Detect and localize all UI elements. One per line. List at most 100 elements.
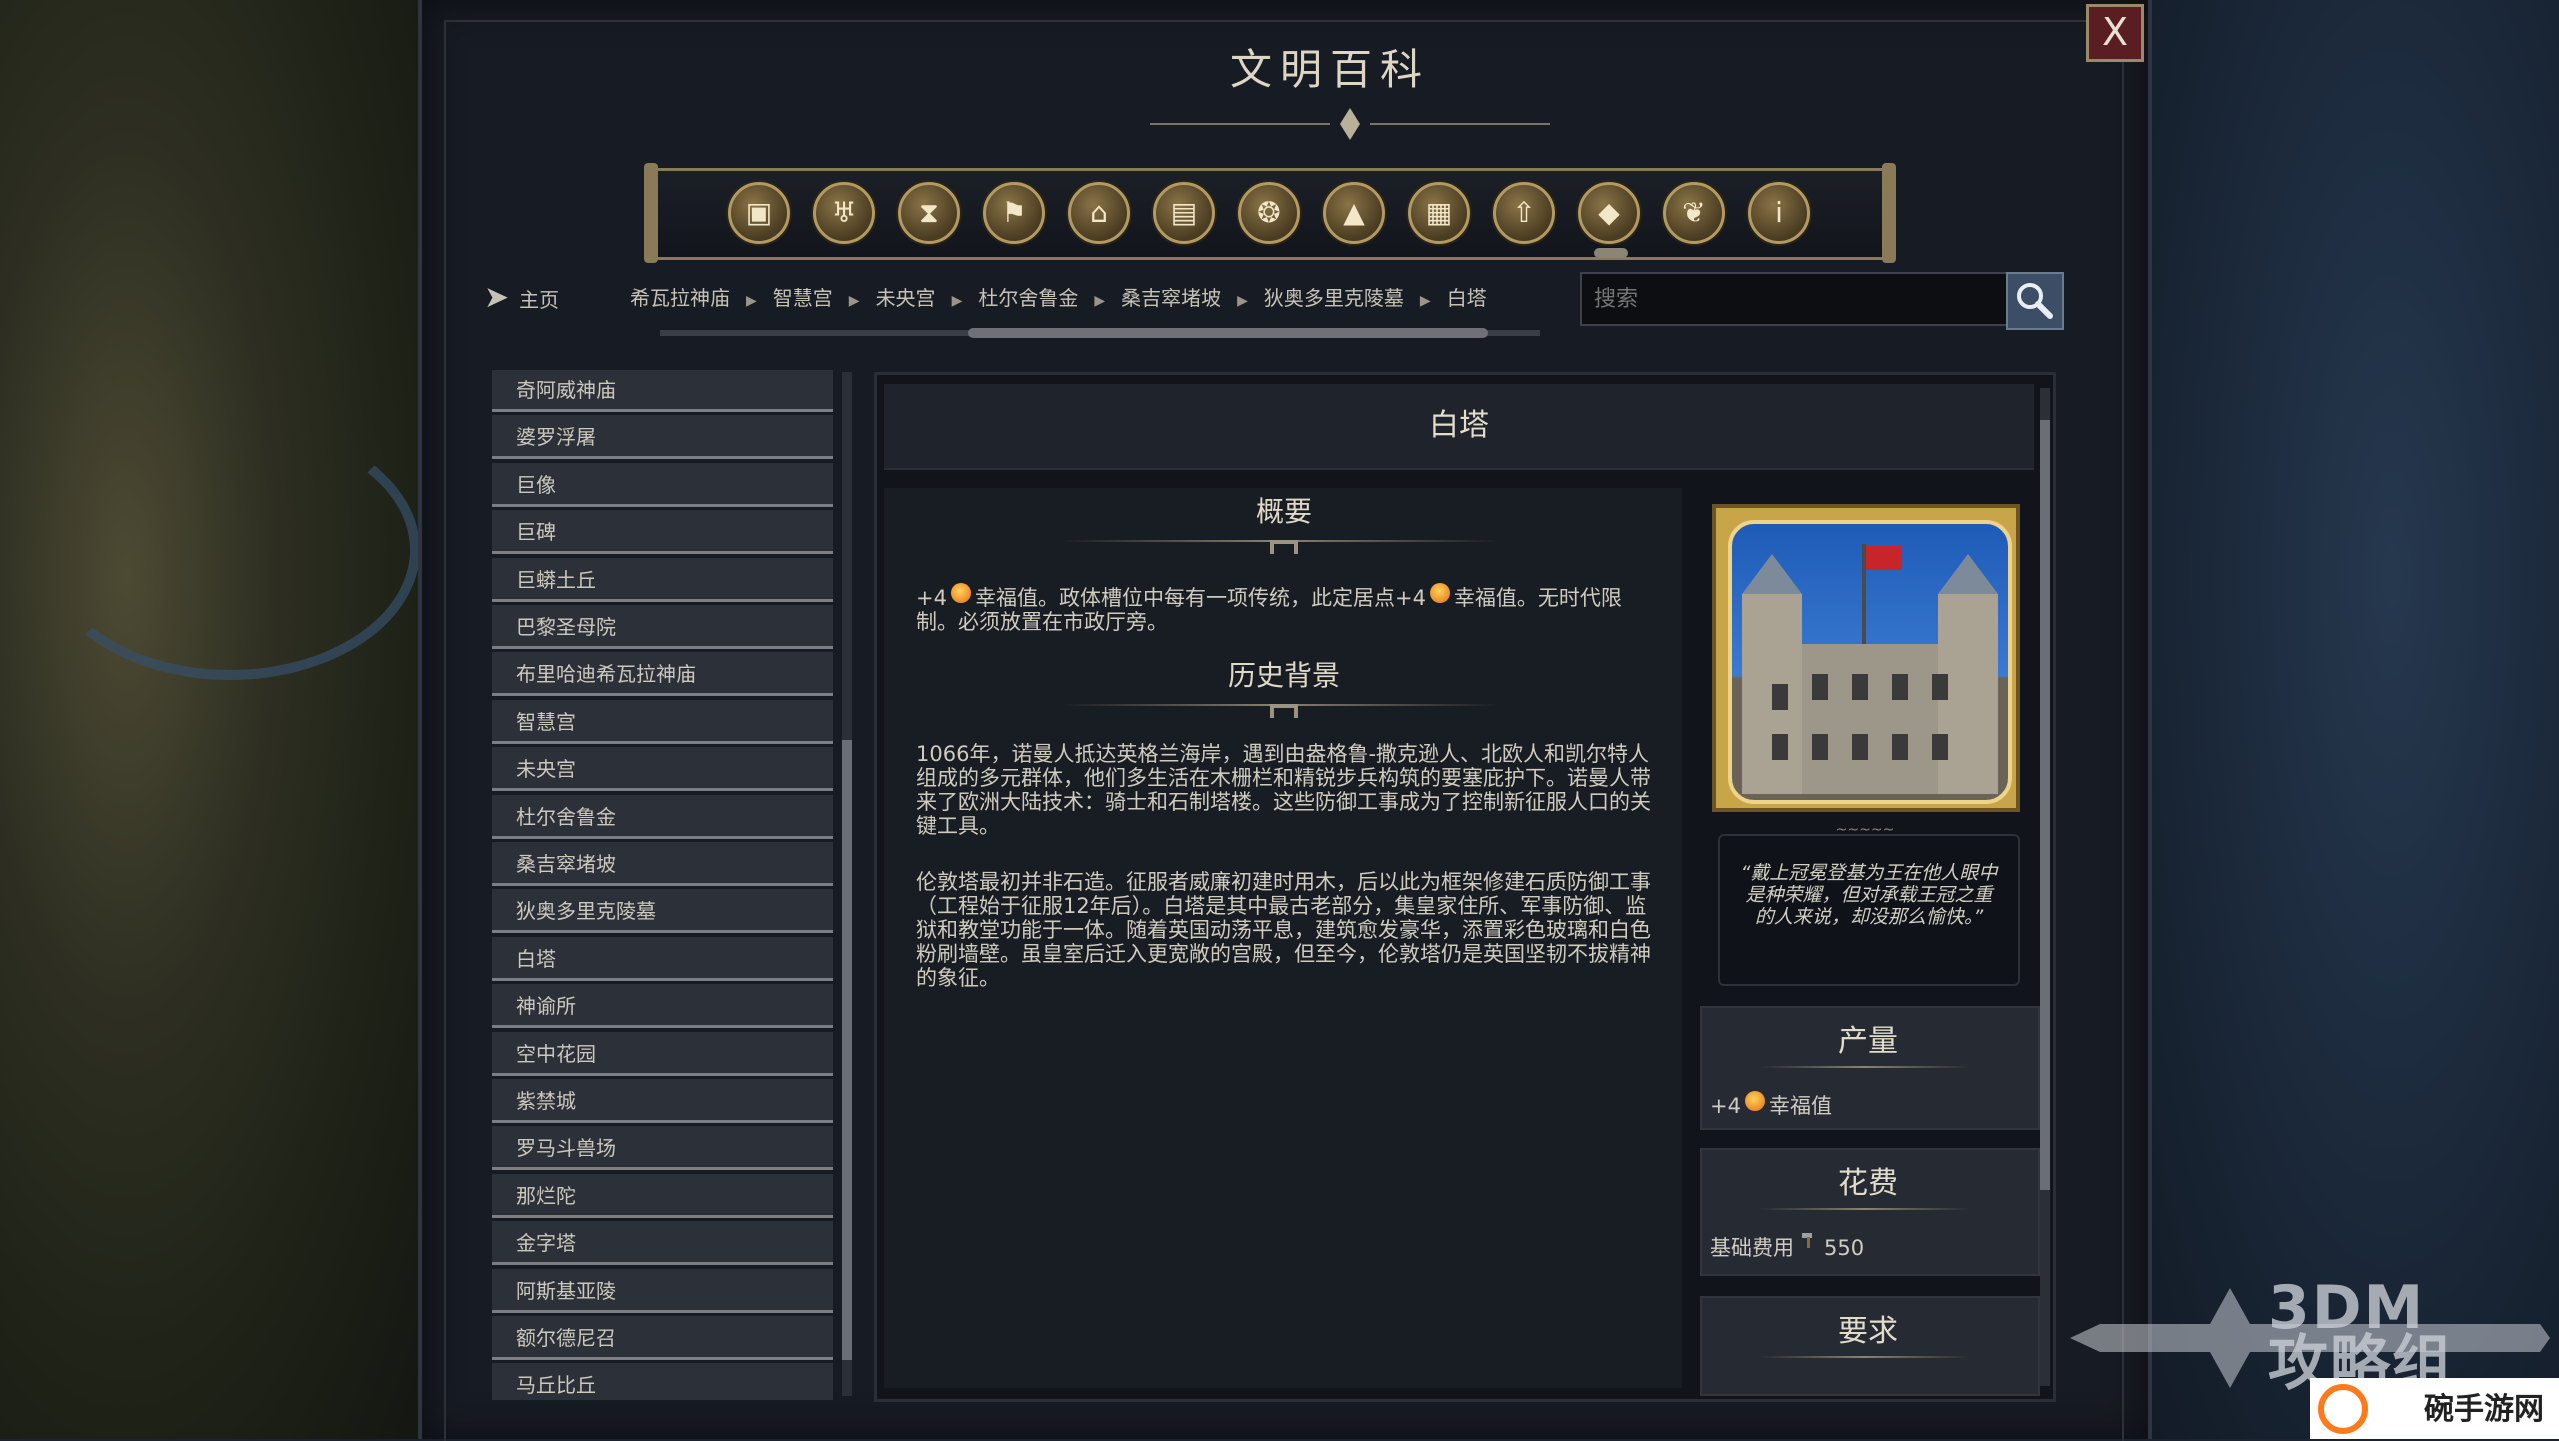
hourglass-icon: ⧗ [919,196,939,229]
history-paragraph-2: 伦敦塔最初并非石造。征服者威廉初建时用木，后以此为框架修建石质防御工事（工程始于… [916,870,1651,990]
cost-value: 基础费用 550 [1710,1232,1864,1262]
breadcrumb-item[interactable]: 希瓦拉神庙 [630,280,730,316]
category-pyramid-button[interactable]: ◆ [1578,182,1640,244]
detail-title: 白塔 [1429,408,1489,443]
list-scroll-thumb[interactable] [842,740,852,1360]
map-background-right [2140,0,2559,1439]
search-button[interactable] [2006,272,2064,330]
overview-ornament [1270,540,1298,554]
map-background-left [0,0,420,1439]
cost-label: 基础费用 [1710,1236,1794,1260]
list-item[interactable]: 婆罗浮屠 [492,415,833,460]
cost-title: 花费 [1838,1166,1898,1201]
overview-middle: 幸福值。政体槽位中每有一项传统，此定居点+4 [974,586,1426,610]
requirements-divider [1760,1356,1970,1358]
list-item[interactable]: 巨蟒土丘 [492,557,833,602]
dove-icon: ❦ [1682,196,1706,229]
history-ornament [1270,704,1298,718]
happiness-icon [1429,583,1450,603]
search-box [1580,272,2016,326]
breadcrumb-item[interactable]: 白塔 [1447,280,1487,316]
category-temple-button[interactable]: ⌂ [1068,182,1130,244]
category-info-button[interactable]: ⅰ [1748,182,1810,244]
category-goblet-button[interactable]: ♅ [813,182,875,244]
list-item[interactable]: 神谕所 [492,984,833,1029]
list-item[interactable]: 空中花园 [492,1031,833,1076]
list-item[interactable]: 马丘比丘 [492,1363,833,1400]
list-item[interactable]: 那烂陀 [492,1173,833,1218]
home-link[interactable]: ➤ 主页 [484,278,559,318]
breadcrumb-item[interactable]: 狄奥多里克陵墓 [1264,280,1404,316]
list-item[interactable]: 狄奥多里克陵墓 [492,889,833,934]
overview-amount: +4 [916,586,947,610]
river-decoration [40,420,420,680]
production-amount: +4 [1710,1094,1741,1118]
category-book-button[interactable]: ▤ [1153,182,1215,244]
watermark-3dm: 3DM 攻略组 [2268,1273,2454,1399]
watermark-logo-icon [2318,1384,2368,1434]
breadcrumb-item[interactable]: 杜尔舍鲁金 [978,280,1078,316]
requirements-title: 要求 [1838,1314,1898,1349]
list-item[interactable]: 奇阿威神庙 [492,370,833,412]
list-item[interactable]: 罗马斗兽场 [492,1126,833,1171]
search-icon [2017,283,2053,319]
category-building-button[interactable]: ▦ [1408,182,1470,244]
back-arrow-icon: ➤ [484,280,510,315]
list-item[interactable]: 阿斯基亚陵 [492,1268,833,1313]
production-divider [1760,1066,1970,1068]
list-item[interactable]: 额尔德尼召 [492,1316,833,1360]
title-ornament [1150,108,1550,140]
list-item[interactable]: 白塔 [492,936,833,981]
list-item[interactable]: 紫禁城 [492,1079,833,1123]
category-hourglass-button[interactable]: ⧗ [898,182,960,244]
breadcrumb-separator-icon: ▶ [746,293,757,309]
pyramid-icon: ◆ [1598,196,1620,229]
list-item[interactable]: 金字塔 [492,1221,833,1266]
arrow-up-icon: ⇧ [1512,196,1536,229]
mountain-icon: ▲ [1343,196,1365,229]
category-mountain-button[interactable]: ▲ [1323,182,1385,244]
list-item[interactable]: 杜尔舍鲁金 [492,794,833,839]
building-icon: ▦ [1425,196,1453,229]
production-label: 幸福值 [1768,1094,1832,1118]
breadcrumb: 希瓦拉神庙 ▶ 智慧宫 ▶ 未央宫 ▶ 杜尔舍鲁金 ▶ 桑吉窣堵坡 ▶ 狄奥多里克陵墓 ▶ 白塔 [630,280,1487,316]
list-item[interactable]: 巨碑 [492,510,833,555]
list-item[interactable]: 桑吉窣堵坡 [492,842,833,886]
happiness-icon [950,583,971,603]
list-item[interactable]: 智慧宫 [492,699,833,744]
info-icon: ⅰ [1775,196,1783,229]
wonder-list: 奇阿威神庙 婆罗浮屠 巨像 巨碑 巨蟒土丘 巴黎圣母院 布里哈迪希瓦拉神庙 智慧宫 未央宫 杜尔舍… [492,370,837,1400]
quote-text: “戴上冠冕登基为王在他人眼中是种荣耀，但对承载王冠之重的人来说，却没那么愉快。” [1740,862,1998,928]
medal-icon: ❂ [1257,196,1281,229]
production-value: +4 幸福值 [1710,1090,1832,1120]
category-selected-marker [1594,248,1628,258]
boxes-icon: ▣ [745,196,773,229]
detail-scroll-thumb[interactable] [2040,420,2050,1190]
flag-icon: ⚑ [1001,196,1027,229]
happiness-icon [1744,1091,1765,1111]
category-dove-button[interactable]: ❦ [1663,182,1725,244]
cost-divider [1760,1208,1970,1210]
category-medal-button[interactable]: ❂ [1238,182,1300,244]
breadcrumb-item[interactable]: 未央宫 [876,280,936,316]
close-button[interactable]: X [2086,4,2144,62]
breadcrumb-scroll-thumb[interactable] [968,328,1488,338]
temple-icon: ⌂ [1090,196,1108,229]
white-tower-image [1728,520,2012,804]
breadcrumb-separator-icon: ▶ [951,293,963,309]
breadcrumb-item[interactable]: 桑吉窣堵坡 [1121,280,1221,316]
history-paragraph-1: 1066年，诺曼人抵达英格兰海岸，遇到由盎格鲁-撒克逊人、北欧人和凯尔特人组成的… [916,742,1651,838]
list-item[interactable]: 巴黎圣母院 [492,605,833,649]
list-item[interactable]: 未央宫 [492,747,833,792]
list-item[interactable]: 布里哈迪希瓦拉神庙 [492,652,833,697]
category-boxes-button[interactable]: ▣ [728,182,790,244]
category-flag-button[interactable]: ⚑ [983,182,1045,244]
search-input[interactable] [1582,274,2016,324]
breadcrumb-separator-icon: ▶ [1237,293,1248,309]
list-item[interactable]: 巨像 [492,462,833,507]
book-icon: ▤ [1170,196,1198,229]
breadcrumb-item[interactable]: 智慧宫 [773,280,833,316]
overview-title: 概要 [1255,495,1312,528]
breadcrumb-separator-icon: ▶ [1419,293,1431,309]
category-arrow-up-button[interactable]: ⇧ [1493,182,1555,244]
